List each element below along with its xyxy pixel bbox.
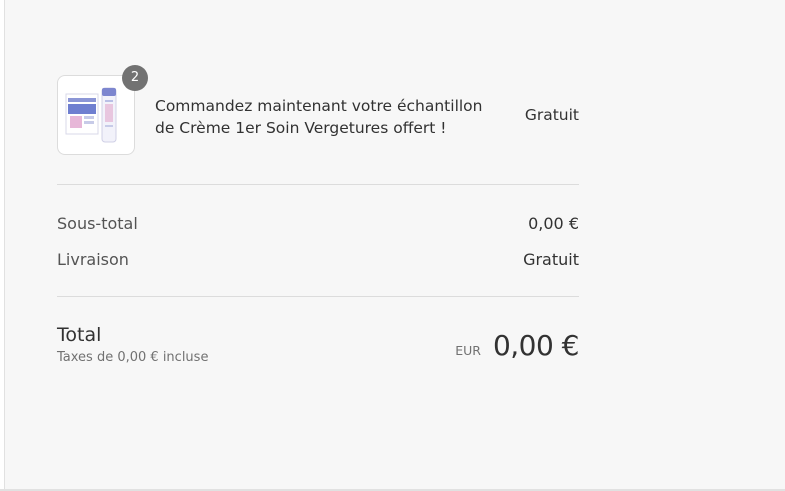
shipping-label: Livraison — [57, 250, 129, 269]
product-thumbnail — [57, 75, 135, 155]
shipping-row: Livraison Gratuit — [57, 250, 579, 269]
subtotal-value: 0,00 € — [528, 214, 579, 233]
quantity-badge: 2 — [122, 65, 148, 91]
total-label: Total — [57, 324, 102, 346]
product-title: Commandez maintenant votre échantillon d… — [155, 97, 483, 137]
panel-left-border — [0, 0, 5, 491]
total-amount-group: EUR 0,00 € — [455, 329, 579, 362]
currency-code: EUR — [455, 343, 481, 358]
divider — [57, 184, 579, 185]
total-amount: 0,00 € — [492, 329, 580, 362]
tax-note: Taxes de 0,00 € incluse — [57, 350, 209, 365]
line-item: 2 Commandez maintenant votre échantillon… — [57, 65, 579, 157]
subtotal-label: Sous-total — [57, 214, 138, 233]
divider — [57, 296, 579, 297]
shipping-value: Gratuit — [523, 250, 579, 269]
subtotal-row: Sous-total 0,00 € — [57, 214, 579, 233]
product-price: Gratuit — [524, 106, 579, 124]
product-image — [65, 87, 117, 143]
